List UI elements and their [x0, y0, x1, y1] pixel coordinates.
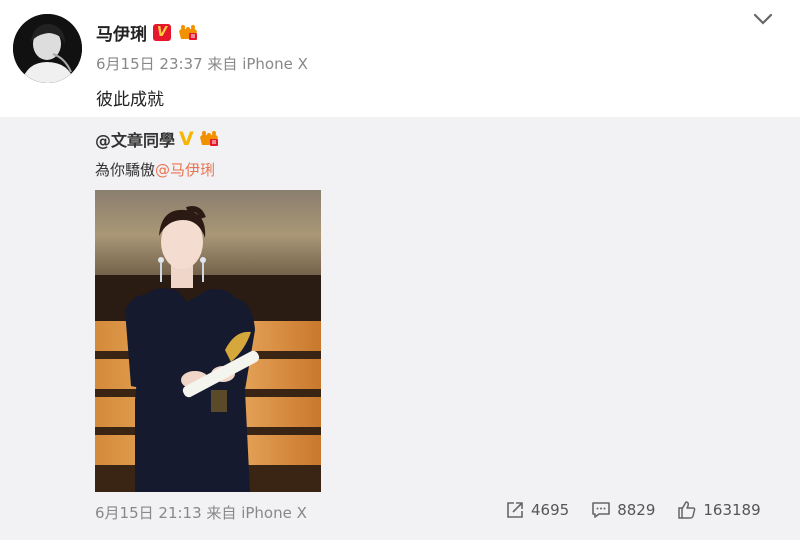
comment-button[interactable]: 8829 [591, 500, 655, 520]
weibo-post: 马伊琍 V 6月15日 23:37 来自 iPhone X 彼此成就 @文章同學… [0, 0, 800, 540]
repost-author-row: @文章同學 V [95, 127, 220, 151]
avatar[interactable] [13, 14, 82, 83]
post-photo[interactable] [95, 190, 321, 492]
share-icon [507, 502, 523, 518]
repost-text: 為你驕傲@马伊琍 [95, 159, 215, 180]
author-row: 马伊琍 V [96, 20, 199, 45]
repost-meta: 6月15日 21:13 来自 iPhone X [95, 502, 307, 523]
member-crown-icon[interactable] [198, 130, 220, 148]
repost-timestamp[interactable]: 6月15日 21:13 [95, 504, 202, 522]
forward-count: 4695 [531, 501, 570, 519]
comment-count: 8829 [617, 501, 656, 519]
gold-verified-icon: V [179, 127, 194, 150]
thumbs-up-icon [678, 501, 696, 519]
chevron-down-icon[interactable] [752, 10, 774, 28]
repost-source: 来自 iPhone X [206, 504, 307, 522]
verified-icon: V [153, 24, 171, 41]
repost-text-prefix: 為你驕傲 [95, 161, 156, 179]
like-count: 163189 [703, 501, 761, 519]
repost-actions: 4695 8829 163189 [505, 500, 761, 520]
like-button[interactable]: 163189 [677, 500, 761, 520]
post-meta: 6月15日 23:37 来自 iPhone X [96, 53, 308, 74]
forward-button[interactable]: 4695 [505, 500, 569, 520]
post-source: 来自 iPhone X [207, 55, 308, 73]
comment-icon [592, 502, 610, 518]
post-text: 彼此成就 [96, 90, 164, 110]
repost-box: @文章同學 V 為你驕傲@马伊琍 6月15日 21:13 来自 iPhone X… [0, 117, 800, 540]
mention-link[interactable]: @马伊琍 [155, 161, 215, 179]
repost-author-name[interactable]: @文章同學 [95, 127, 175, 151]
post-timestamp[interactable]: 6月15日 23:37 [96, 55, 203, 73]
author-name[interactable]: 马伊琍 [96, 20, 147, 45]
member-crown-icon[interactable] [177, 24, 199, 42]
